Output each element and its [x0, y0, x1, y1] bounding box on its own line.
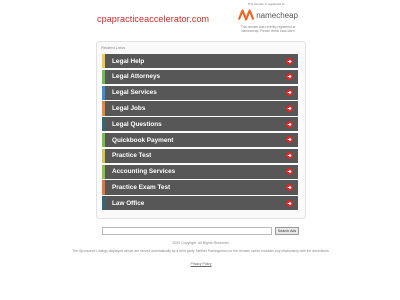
- arrow-right-icon: [286, 152, 293, 160]
- arrow-right-icon: [286, 57, 293, 65]
- related-link-label: Practice Exam Test: [112, 184, 171, 192]
- arrow-right-icon: [286, 183, 293, 191]
- arrow-right-icon: [286, 104, 293, 112]
- related-link-label: Accounting Services: [112, 168, 176, 176]
- registered-note: This domain is registered at: [247, 2, 285, 6]
- arrow-right-icon: [286, 73, 293, 81]
- related-link-item[interactable]: Practice Test: [102, 148, 298, 164]
- disclaimer-text: The Sponsored Listings displayed above a…: [72, 249, 330, 253]
- related-link-item[interactable]: Legal Attorneys: [102, 69, 298, 85]
- copyright-text: 2020 Copyright. All Rights Reserved.: [172, 241, 230, 245]
- related-link-item[interactable]: Law Office: [102, 196, 298, 211]
- arrow-right-icon: [286, 89, 293, 97]
- related-link-item[interactable]: Legal Questions: [102, 117, 298, 132]
- related-link-item[interactable]: Legal Jobs: [102, 101, 298, 116]
- domain-title[interactable]: cpapracticeaccelerator.com: [97, 14, 209, 24]
- parked-domain-page: cpapracticeaccelerator.com This domain i…: [0, 0, 400, 300]
- arrow-right-icon: [286, 120, 293, 128]
- namecheap-icon: [238, 9, 255, 21]
- related-link-label: Legal Attorneys: [112, 73, 161, 81]
- related-link-label: Legal Questions: [112, 120, 162, 128]
- registrar-message: This domain was recently registered at N…: [240, 25, 296, 34]
- related-links-box: Related Links Legal Help Legal Attorneys L…: [96, 41, 306, 219]
- arrow-right-icon: [286, 199, 293, 207]
- search-input[interactable]: [102, 227, 272, 235]
- related-link-label: Quickbook Payment: [112, 136, 174, 144]
- related-link-label: Legal Jobs: [112, 105, 146, 113]
- related-link-item[interactable]: Legal Services: [102, 85, 298, 100]
- arrow-right-icon: [286, 136, 293, 144]
- arrow-right-icon: [286, 168, 293, 176]
- search-ads-button[interactable]: Search Ads: [275, 227, 299, 235]
- related-link-item[interactable]: Legal Help: [102, 54, 298, 69]
- namecheap-logo[interactable]: namecheap: [238, 8, 298, 22]
- related-links-list: Legal Help Legal Attorneys Legal Services L…: [102, 54, 298, 212]
- related-link-label: Practice Test: [112, 152, 152, 160]
- related-links-header: Related Links: [101, 45, 126, 50]
- related-link-item[interactable]: Practice Exam Test: [102, 180, 298, 195]
- related-link-label: Law Office: [112, 199, 145, 207]
- related-link-item[interactable]: Quickbook Payment: [102, 132, 298, 148]
- related-link-item[interactable]: Accounting Services: [102, 164, 298, 179]
- privacy-policy-link[interactable]: Privacy Policy: [186, 262, 216, 266]
- namecheap-wordmark: namecheap: [256, 10, 298, 20]
- related-link-label: Legal Help: [112, 57, 145, 65]
- related-link-label: Legal Services: [112, 89, 157, 97]
